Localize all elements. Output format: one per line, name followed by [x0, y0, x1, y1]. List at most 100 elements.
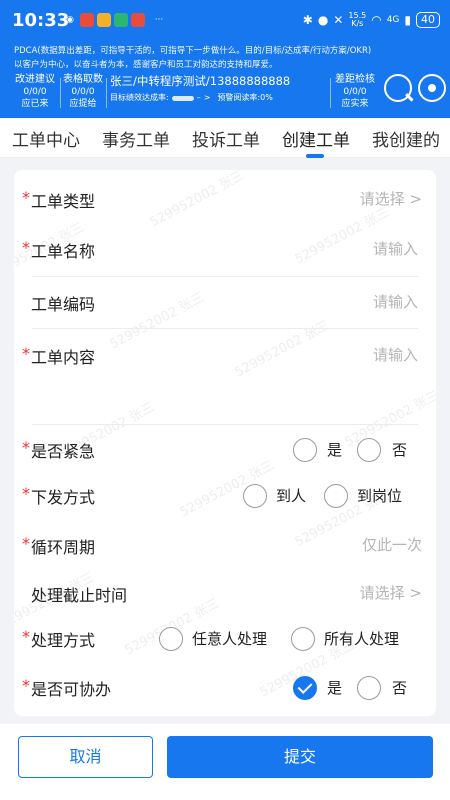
net-speed: 15.5 K/s [348, 12, 366, 28]
method-all-label[interactable]: 所有人处理 [324, 628, 399, 649]
ticket-content-label: 工单内容 [31, 348, 96, 367]
required-marker: * [22, 627, 30, 646]
pdca-line1: PDCA(数据算出差距，可指导干活的，可指导下一步做什么。目的/目标/达成率/行… [14, 46, 372, 56]
form-value: 0/0/0 [71, 87, 95, 97]
required-marker: * [22, 676, 30, 695]
urgent-no-label[interactable]: 否 [392, 439, 407, 460]
urgent-label: 是否紧急 [31, 442, 96, 461]
divider [330, 78, 331, 108]
required-marker: * [22, 344, 30, 363]
collab-no-label[interactable]: 否 [392, 677, 407, 698]
method-any-radio[interactable] [159, 627, 183, 651]
watermark: 529952002 张三 [232, 318, 332, 381]
required-marker: * [22, 534, 30, 553]
cancel-button[interactable]: 取消 [18, 736, 153, 778]
cycle-value[interactable]: 仅此一次 [362, 534, 422, 555]
tab-complaints[interactable]: 投诉工单 [192, 126, 260, 151]
gap-stat[interactable]: 差距检核 0/0/0 应实来 [332, 74, 378, 110]
dispatch-person-label[interactable]: 到人 [276, 485, 306, 506]
kpi-progress-bar [171, 95, 194, 101]
gap-title: 差距检核 [335, 74, 375, 85]
more-icon: ··· [154, 15, 164, 25]
kpi-arrow[interactable]: > [204, 92, 211, 104]
app-header: 10:33 ◉ ··· ✱ ● ✕ 15.5 K/s ◠ 4G ▮ 40 PDC… [0, 0, 450, 118]
signal-icon: ▮ [404, 13, 411, 27]
app-notification-icon [80, 13, 94, 27]
warn-label: 预警阅读率:0% [217, 93, 273, 102]
tab-bar: 工单中心 事务工单 投诉工单 创建工单 我创建的 [0, 118, 450, 158]
improve-sub: 应已来 [21, 99, 49, 109]
weibo-icon [97, 13, 111, 27]
collab-label: 是否可协办 [31, 680, 112, 699]
ticket-form: 529952002 张三 529952002 张三 529952002 张三 5… [14, 170, 436, 716]
ticket-type-select[interactable]: 请选择 > [360, 188, 422, 209]
kpi-label: 目标绩效达成率: [110, 93, 169, 102]
ticket-name-input[interactable]: 请输入 [373, 238, 418, 259]
gap-sub: 应实来 [341, 99, 369, 109]
tab-my-created[interactable]: 我创建的 [372, 126, 440, 151]
deadline-label: 处理截止时间 [31, 586, 128, 605]
cycle-label: 循环周期 [31, 538, 96, 557]
collab-yes-radio[interactable] [293, 676, 317, 700]
signal-label: 4G [386, 15, 400, 25]
stats-bar: 改进建议 0/0/0 应已来 表格取数 0/0/0 应提给 张三/中转程序测试/… [0, 74, 450, 112]
app-icon [131, 13, 145, 27]
bluetooth-icon: ✱ [302, 13, 313, 27]
urgent-yes-radio[interactable] [293, 438, 317, 462]
required-marker: * [22, 438, 30, 457]
notification-icon: ◉ [66, 15, 74, 25]
ticket-name-label: 工单名称 [31, 242, 96, 261]
home-app-icon [114, 13, 128, 27]
dispatch-person-radio[interactable] [243, 484, 267, 508]
watermark: 529952002 张三 [342, 388, 436, 451]
status-bar: 10:33 ◉ ··· ✱ ● ✕ 15.5 K/s ◠ 4G ▮ 40 [0, 0, 450, 44]
divider [32, 276, 418, 277]
method-label: 处理方式 [31, 631, 96, 650]
record-icon[interactable] [418, 74, 446, 102]
watermark: 529952002 张三 [147, 170, 247, 231]
bottom-action-bar: 取消 提交 [0, 724, 450, 800]
divider [32, 424, 418, 425]
system-icons: ✱ ● ✕ 15.5 K/s ◠ 4G ▮ 40 [303, 12, 440, 28]
divider [106, 78, 107, 108]
tab-create-ticket[interactable]: 创建工单 [282, 126, 350, 151]
ticket-content-textarea[interactable]: 请输入 [373, 344, 418, 365]
dispatch-post-radio[interactable] [324, 484, 348, 508]
kpi-sep: – [196, 93, 201, 102]
pdca-text: PDCA(数据算出差距，可指导干活的，可指导下一步做什么。目的/目标/达成率/行… [14, 44, 444, 72]
tab-ticket-center[interactable]: 工单中心 [12, 126, 80, 151]
required-marker: * [22, 188, 30, 207]
mute-icon: ✕ [333, 13, 344, 27]
kpi-line: 目标绩效达成率: – > 预警阅读率:0% [110, 92, 273, 104]
watermark: 529952002 张三 [107, 290, 207, 353]
form-stat[interactable]: 表格取数 0/0/0 应提给 [60, 74, 106, 110]
urgent-no-radio[interactable] [357, 438, 381, 462]
tab-indicator [306, 154, 324, 158]
improve-value: 0/0/0 [23, 87, 47, 97]
form-sub: 应提给 [69, 99, 97, 109]
divider [32, 328, 418, 329]
pdca-line2: 以客户为中心，以奋斗者为本，感谢客户和员工对韵达的支持和厚爱。 [14, 60, 278, 70]
battery-icon: 40 [416, 12, 440, 28]
mic-icon: ● [317, 13, 329, 27]
improve-stat[interactable]: 改进建议 0/0/0 应已来 [12, 74, 58, 110]
method-all-radio[interactable] [291, 627, 315, 651]
status-time: 10:33 [12, 10, 70, 31]
form-title: 表格取数 [63, 74, 103, 85]
submit-button[interactable]: 提交 [167, 736, 433, 778]
gap-value: 0/0/0 [343, 87, 367, 97]
ticket-type-label: 工单类型 [31, 192, 96, 211]
dispatch-label: 下发方式 [31, 488, 96, 507]
urgent-yes-label[interactable]: 是 [327, 439, 342, 460]
ticket-code-label: 工单编码 [31, 295, 96, 314]
collab-no-radio[interactable] [357, 676, 381, 700]
method-any-label[interactable]: 任意人处理 [192, 628, 267, 649]
ticket-code-input[interactable]: 请输入 [373, 291, 418, 312]
improve-title: 改进建议 [15, 74, 55, 85]
required-marker: * [22, 484, 30, 503]
tab-affairs[interactable]: 事务工单 [102, 126, 170, 151]
search-icon[interactable] [384, 74, 414, 102]
dispatch-post-label[interactable]: 到岗位 [357, 485, 402, 506]
deadline-select[interactable]: 请选择 > [360, 582, 422, 603]
collab-yes-label[interactable]: 是 [327, 677, 342, 698]
